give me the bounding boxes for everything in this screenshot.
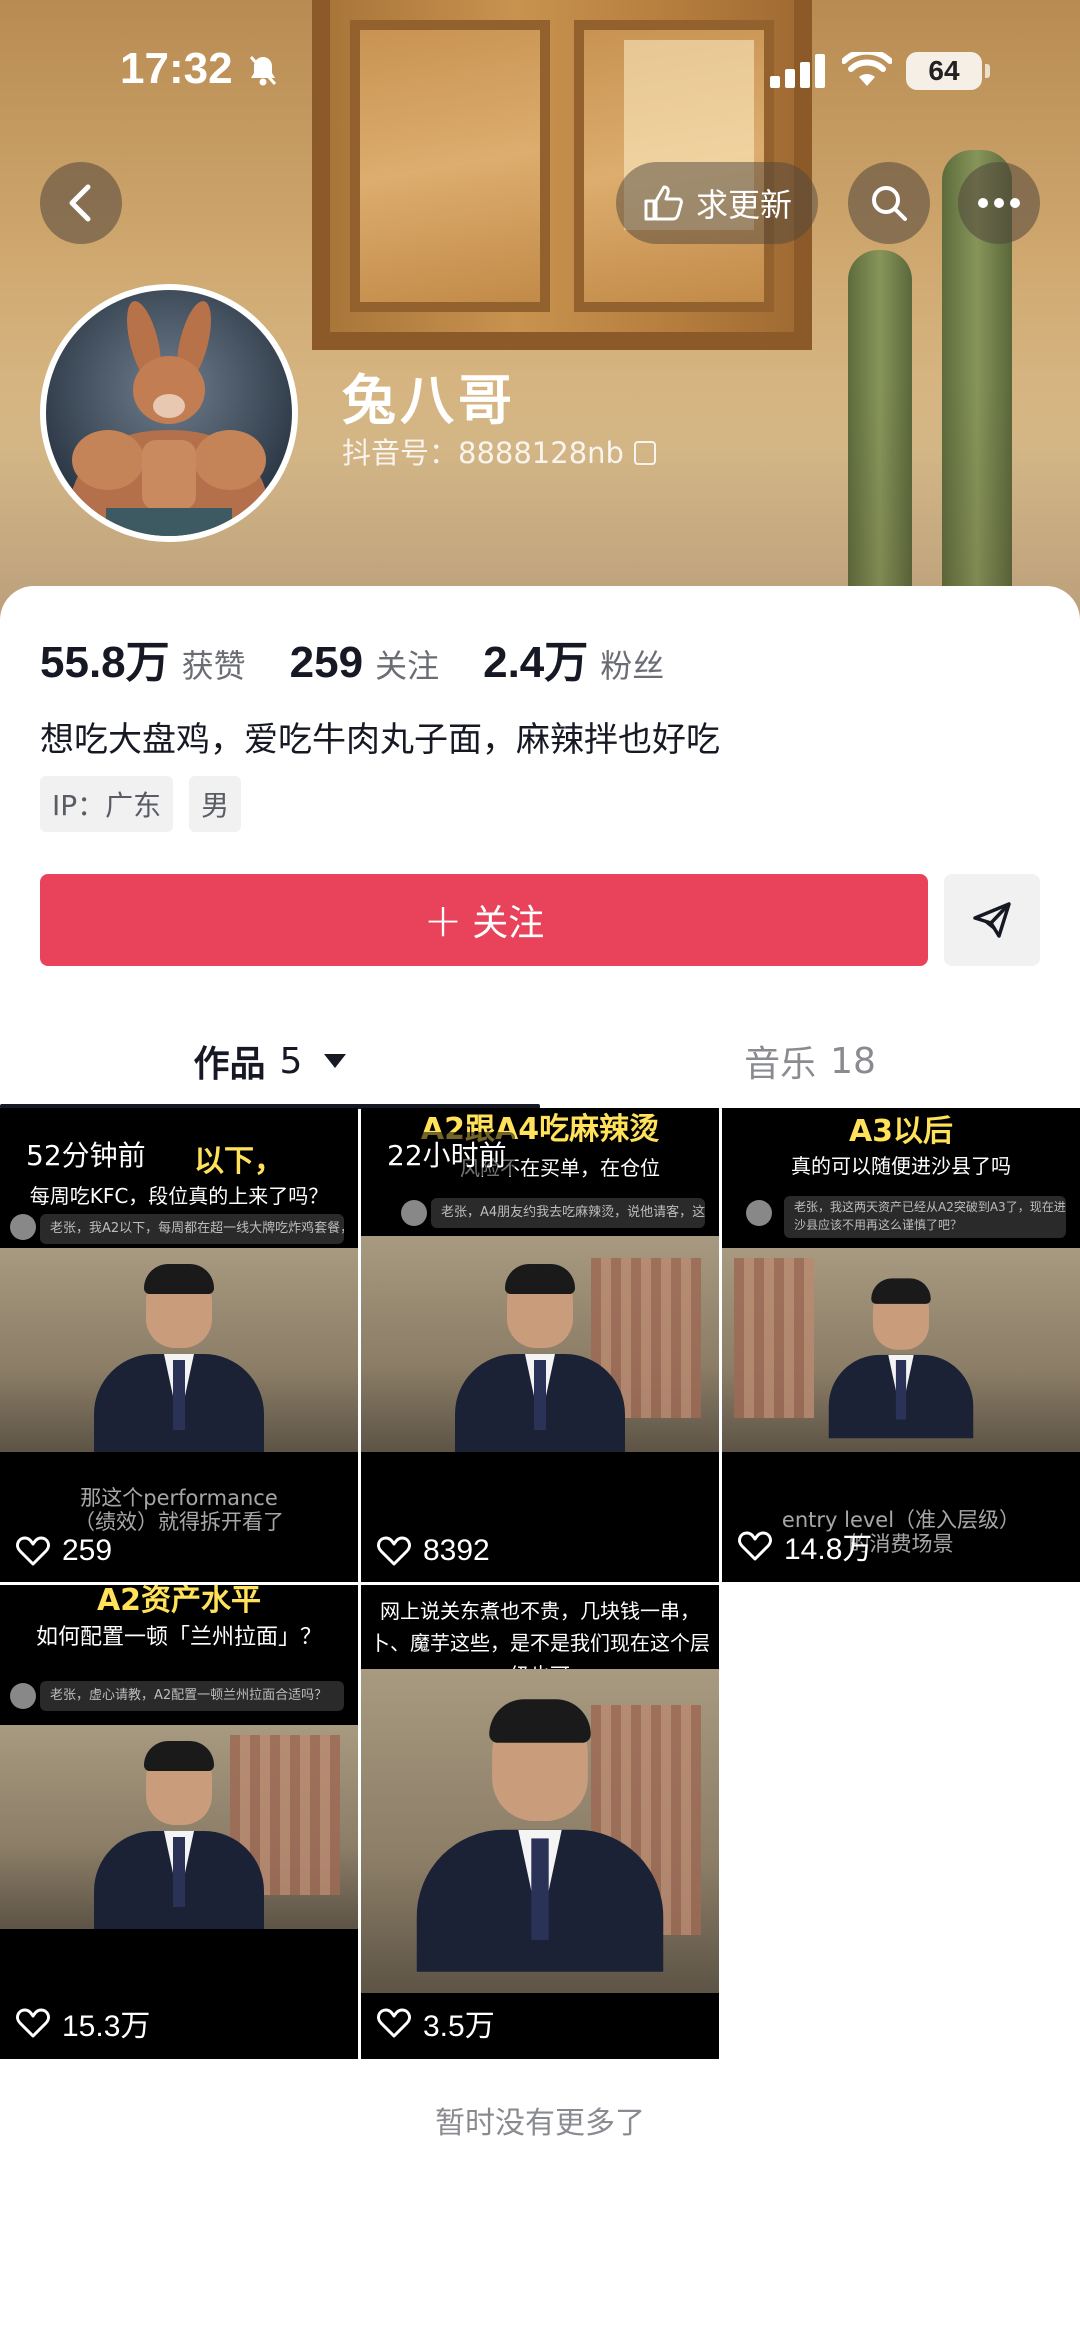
presenter-figure (84, 1264, 274, 1452)
video-tile[interactable]: 以下， 每周吃KFC，段位真的上来了吗？ 老张，我A2以下，每周都在超一线大牌吃… (0, 1108, 358, 1582)
profile-tags: IP：广东 男 (40, 776, 242, 832)
video-likes-count: 259 (62, 1534, 113, 1567)
profile-stats: 55.8万 获赞 259 关注 2.4万 粉丝 (40, 626, 708, 690)
profile-bio: 想吃大盘鸡，爱吃牛肉丸子面，麻辣拌也好吃 (40, 720, 720, 760)
chat-avatar (401, 1200, 427, 1226)
tab-works[interactable]: 作品 5 (0, 1006, 540, 1116)
video-likes-count: 3.5万 (423, 2010, 495, 2043)
video-headline: A3以后 (848, 1114, 954, 1149)
heart-icon (16, 1536, 50, 1566)
heart-icon (377, 1536, 411, 1566)
video-chat-bubble: 老张，我这两天资产已经从A2突破到A3了，现在进沙县应该不用再这么谨慎了吧？ (784, 1196, 1066, 1238)
video-likes: 3.5万 (377, 2001, 495, 2045)
content-tabs: 作品 5 音乐 18 (0, 1006, 1080, 1116)
request-update-label: 求更新 (695, 186, 792, 224)
video-likes-count: 15.3万 (62, 2010, 151, 2043)
video-likes: 15.3万 (16, 2001, 150, 2045)
copy-icon[interactable] (633, 441, 656, 465)
follow-button[interactable]: + 关注 (40, 874, 928, 966)
douyin-id[interactable]: 抖音号：8888128nb (342, 430, 656, 472)
video-tile[interactable]: A2跟A4吃麻辣烫 风险不在买单，在仓位 老张，A4朋友约我去吃麻辣烫，说他请客… (361, 1108, 719, 1582)
status-bar: 17:32 64 (0, 0, 1080, 140)
tab-works-label: 作品 (193, 1044, 266, 1085)
search-icon (872, 186, 907, 221)
douyin-id-text: 抖音号：8888128nb (342, 436, 624, 470)
tab-music-label: 音乐 (744, 1044, 817, 1085)
mute-bell-icon (248, 54, 278, 96)
chat-avatar (10, 1214, 36, 1240)
heart-icon (738, 1531, 772, 1561)
video-tile[interactable]: 网上说关东煮也不贵，几块钱一串， 卜、魔芋这些，是不是我们现在这个层级也可 3.… (361, 1585, 719, 2059)
video-likes-count: 14.8万 (784, 1533, 873, 1566)
video-chat-bubble: 老张，A4朋友约我去吃麻辣烫，说他请客，这种局能去吗？ (431, 1198, 705, 1228)
chevron-left-icon (69, 184, 91, 222)
video-tile[interactable]: A3以后 真的可以随便进沙县了吗 老张，我这两天资产已经从A2突破到A3了，现在… (722, 1108, 1080, 1582)
video-caption: 那这个performance （绩效）就得拆开看了 (74, 1486, 284, 1534)
send-icon (973, 902, 1011, 938)
pointing-hand-icon (644, 185, 683, 221)
tab-music[interactable]: 音乐 18 (540, 1006, 1080, 1116)
likes-label[interactable]: 获赞 (182, 641, 246, 687)
search-button[interactable] (848, 162, 930, 244)
request-update-button[interactable]: 求更新 (616, 162, 818, 244)
video-subhead: 如何配置一顿「兰州拉面」？ (35, 1625, 322, 1650)
share-button[interactable] (944, 874, 1040, 966)
tab-music-count: 18 (830, 1040, 876, 1082)
presenter-figure (445, 1264, 635, 1452)
avatar[interactable] (40, 284, 298, 542)
heart-icon (377, 2008, 411, 2038)
wifi-icon (842, 52, 892, 86)
video-likes: 259 (16, 1534, 112, 1568)
video-likes: 14.8万 (738, 1524, 872, 1568)
profile-nickname: 兔八哥 (342, 369, 516, 432)
battery-indicator: 64 (906, 52, 990, 90)
no-more-content-text: 暂时没有更多了 (435, 2106, 645, 2141)
video-chat-bubble: 老张，我A2以下，每周都在超一线大牌吃炸鸡套餐，我现在这… (40, 1214, 344, 1244)
chat-avatar (746, 1200, 772, 1226)
follow-label: 关注 (472, 903, 545, 944)
presenter-figure (402, 1699, 678, 1972)
more-options-button[interactable] (958, 162, 1040, 244)
likes-count[interactable]: 55.8万 (40, 626, 170, 690)
followers-label[interactable]: 粉丝 (600, 641, 664, 687)
caret-down-icon[interactable] (324, 1054, 347, 1068)
followers-count[interactable]: 2.4万 (483, 626, 588, 690)
curtain (734, 1258, 814, 1418)
more-dots-icon (978, 198, 1020, 208)
video-likes-count: 8392 (423, 1534, 490, 1567)
video-time-badge: 22小时前 (379, 1132, 515, 1176)
video-subhead: 每周吃KFC，段位真的上来了吗？ (29, 1184, 329, 1208)
following-count[interactable]: 259 (290, 638, 363, 688)
video-likes: 8392 (377, 1534, 490, 1568)
heart-icon (16, 2008, 50, 2038)
presenter-figure (820, 1278, 982, 1439)
presenter-figure (84, 1741, 274, 1929)
video-subhead: 真的可以随便进沙县了吗 (791, 1154, 1011, 1178)
rabbit-avatar-icon (66, 301, 272, 536)
gender-tag: 男 (189, 776, 242, 832)
video-time-badge: 52分钟前 (18, 1132, 154, 1176)
video-headline: A2资产水平 (96, 1585, 262, 1618)
back-button[interactable] (40, 162, 122, 244)
ip-location-tag: IP：广东 (40, 776, 174, 832)
video-tile[interactable]: A2资产水平 如何配置一顿「兰州拉面」？ 老张，虚心请教，A2配置一顿兰州拉面合… (0, 1585, 358, 2059)
cellular-signal-icon (770, 54, 825, 88)
following-label[interactable]: 关注 (375, 641, 439, 687)
chat-avatar (10, 1683, 36, 1709)
status-time: 17:32 (120, 44, 233, 93)
video-chat-bubble: 老张，虚心请教，A2配置一顿兰州拉面合适吗？ (40, 1681, 344, 1711)
plus-icon: + (423, 893, 463, 947)
tab-works-count: 5 (279, 1040, 303, 1082)
